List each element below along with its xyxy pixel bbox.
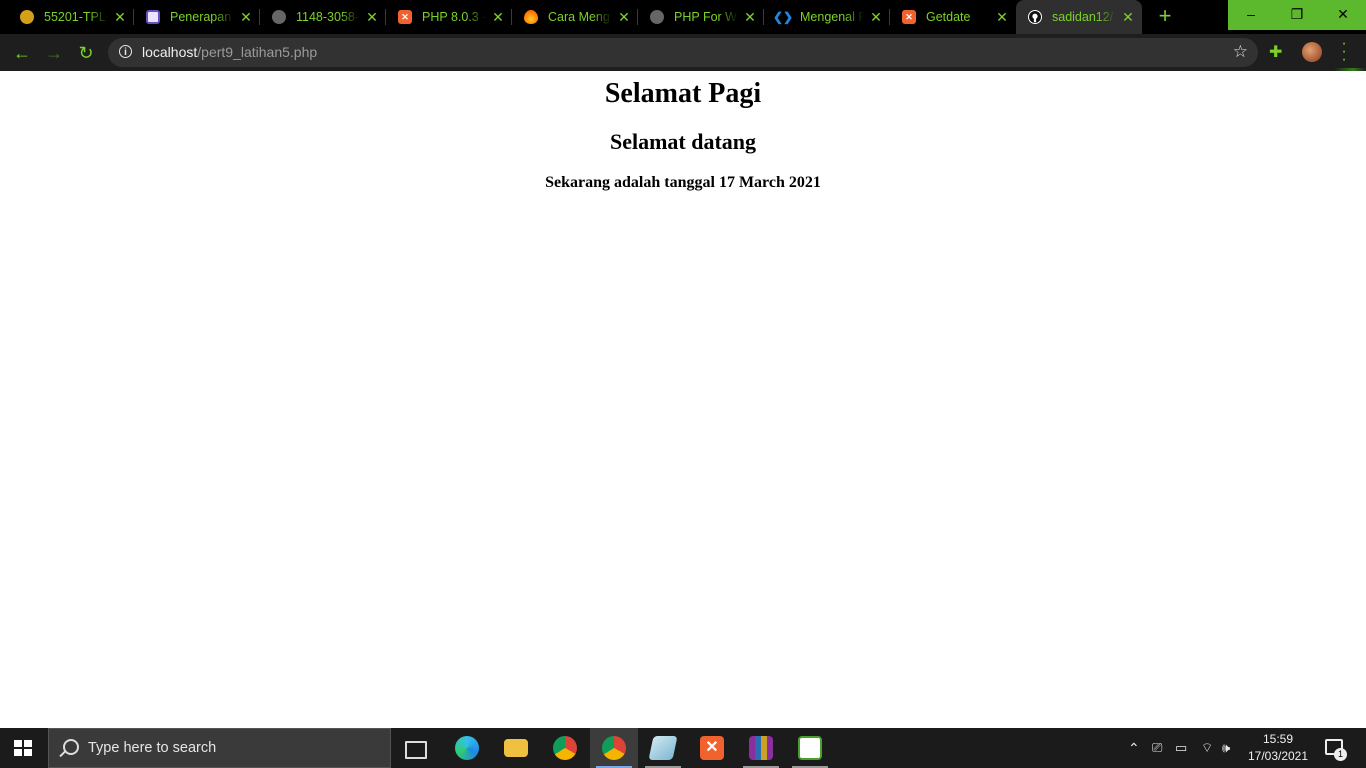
- globe-icon: [272, 10, 286, 24]
- chrome-icon[interactable]: [553, 736, 577, 760]
- notepad-plus-plus-icon[interactable]: [798, 736, 822, 760]
- tab-title: Cara Meng: [548, 10, 610, 24]
- close-window-button[interactable]: ✕: [1320, 0, 1366, 30]
- close-icon[interactable]: ✕: [1120, 9, 1136, 25]
- date-text: Sekarang adalah tanggal 17 March 2021: [545, 174, 821, 191]
- edge-browser-icon[interactable]: [455, 736, 479, 760]
- url-text[interactable]: localhost/pert9_latihan5.php: [142, 38, 317, 67]
- purple-app-icon: [146, 10, 160, 24]
- tab-title: 1148-3058-: [296, 10, 360, 24]
- profile-avatar[interactable]: [1302, 42, 1322, 62]
- minimize-button[interactable]: –: [1228, 0, 1274, 30]
- flame-icon: [524, 10, 538, 24]
- forward-arrow-icon[interactable]: →: [41, 40, 67, 66]
- kebab-menu-icon[interactable]: · · ·: [1338, 36, 1350, 68]
- winrar-icon[interactable]: [749, 736, 773, 760]
- url-path: /pert9_latihan5.php: [197, 44, 318, 60]
- tab[interactable]: PHP For Wi ✕: [630, 0, 764, 34]
- search-placeholder: Type here to search: [88, 740, 217, 756]
- meet-now-icon[interactable]: ⎚: [1152, 728, 1162, 768]
- address-bar[interactable]: i localhost/pert9_latihan5.php ☆: [108, 38, 1258, 67]
- taskbar-search-box[interactable]: Type here to search: [48, 728, 391, 768]
- globe-icon: [650, 10, 664, 24]
- tab[interactable]: ❮❯ Mengenal F ✕: [756, 0, 890, 34]
- volume-icon[interactable]: 🕪: [1222, 728, 1230, 768]
- xampp-icon[interactable]: ✕: [700, 736, 724, 760]
- notification-badge: 1: [1334, 748, 1347, 761]
- tab[interactable]: Cara Meng ✕: [504, 0, 638, 34]
- gold-coin-icon: [20, 10, 34, 24]
- tab[interactable]: 1148-3058- ✕: [252, 0, 386, 34]
- tab-title: Mengenal F: [800, 10, 864, 24]
- tab-title: Penerapan I: [170, 10, 234, 24]
- back-arrow-icon[interactable]: ←: [9, 40, 35, 66]
- tab-title: 55201-TPLC: [44, 10, 108, 24]
- chevron-up-icon[interactable]: ⌃: [1128, 728, 1140, 768]
- file-explorer-icon[interactable]: [504, 739, 528, 757]
- tab-title: PHP For Wi: [674, 10, 738, 24]
- task-view-icon[interactable]: [405, 741, 427, 759]
- page-heading: Selamat Pagi: [604, 78, 762, 109]
- new-tab-button[interactable]: +: [1153, 5, 1177, 29]
- bookmark-star-icon[interactable]: ☆: [1233, 42, 1248, 62]
- page-content: Selamat Pagi Selamat datang Sekarang ada…: [0, 71, 1366, 728]
- xampp-icon: ✕: [902, 10, 916, 24]
- clock-time: 15:59: [1262, 732, 1294, 746]
- xampp-icon: ✕: [398, 10, 412, 24]
- tab-title: Getdate: [926, 10, 971, 24]
- page-subheading: Selamat datang: [609, 129, 757, 154]
- info-icon[interactable]: i: [119, 45, 132, 58]
- taskbar-clock[interactable]: 15:59 17/03/2021: [1244, 731, 1312, 765]
- clock-date: 17/03/2021: [1247, 749, 1309, 763]
- diamond-code-icon: ❮❯: [772, 10, 794, 24]
- tab[interactable]: ✕ Getdate ✕: [882, 0, 1016, 34]
- search-icon: [63, 739, 79, 755]
- windows-start-icon[interactable]: [14, 740, 32, 756]
- tab-strip: 55201-TPLC ✕ Penerapan I ✕ 1148-3058- ✕ …: [0, 0, 1366, 34]
- battery-icon[interactable]: ▭: [1175, 728, 1187, 768]
- extensions-puzzle-icon[interactable]: ✚: [1269, 42, 1282, 62]
- wifi-icon[interactable]: ⌔: [1201, 728, 1213, 768]
- github-icon: [1028, 10, 1042, 24]
- tab[interactable]: Penerapan I ✕: [126, 0, 260, 34]
- chrome-profile-icon[interactable]: [602, 736, 626, 760]
- tab-title: PHP 8.0.3 -: [422, 10, 486, 24]
- url-host: localhost: [142, 44, 198, 60]
- tab[interactable]: 55201-TPLC ✕: [0, 0, 134, 34]
- tab[interactable]: ✕ PHP 8.0.3 - ✕: [378, 0, 512, 34]
- notepad-app-icon[interactable]: [648, 736, 678, 760]
- reload-icon[interactable]: ↻: [73, 40, 99, 66]
- browser-toolbar: ← → ↻ i localhost/pert9_latihan5.php ☆: [0, 34, 1366, 105]
- restore-button[interactable]: ❐: [1274, 0, 1320, 30]
- tab-active[interactable]: sadidan12/ ✕: [1016, 0, 1142, 34]
- taskbar: Type here to search ✕ ⌃ ⎚ ▭ ⌔ 🕪 15:59 17…: [0, 728, 1366, 768]
- close-icon[interactable]: ✕: [994, 9, 1010, 25]
- tab-title: sadidan12/: [1052, 10, 1114, 24]
